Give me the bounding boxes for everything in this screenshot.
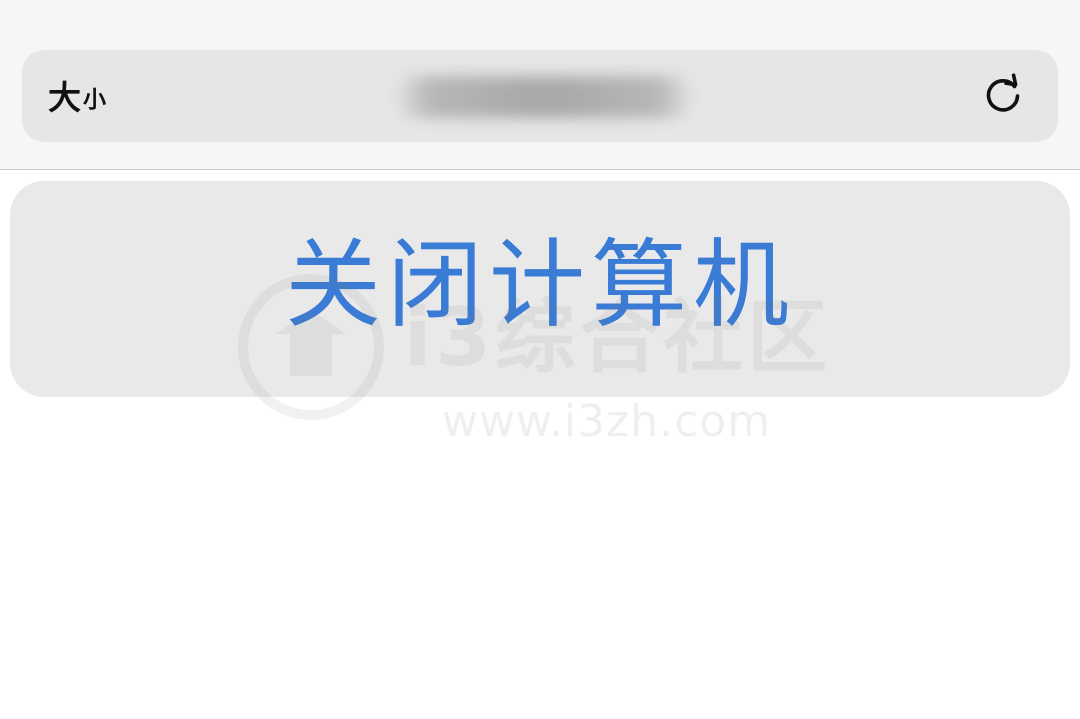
text-size-big-glyph: 大 — [48, 78, 81, 117]
watermark-url: www.i3zh.com — [442, 396, 772, 447]
reload-icon — [977, 70, 1029, 122]
browser-toolbar: 大 小 — [0, 0, 1080, 170]
reload-button[interactable] — [977, 70, 1029, 122]
address-bar[interactable]: 大 小 — [22, 50, 1058, 142]
text-size-small-glyph: 小 — [83, 87, 106, 113]
text-size-button[interactable]: 大 小 — [48, 74, 106, 118]
command-label: 关闭计算机 — [285, 229, 795, 341]
shutdown-command-button[interactable]: 关闭计算机 — [10, 181, 1070, 397]
url-text-blurred[interactable] — [394, 76, 694, 118]
safari-page: 大 小 关闭计算机 i3综合社区 www.i3zh — [0, 0, 1080, 719]
